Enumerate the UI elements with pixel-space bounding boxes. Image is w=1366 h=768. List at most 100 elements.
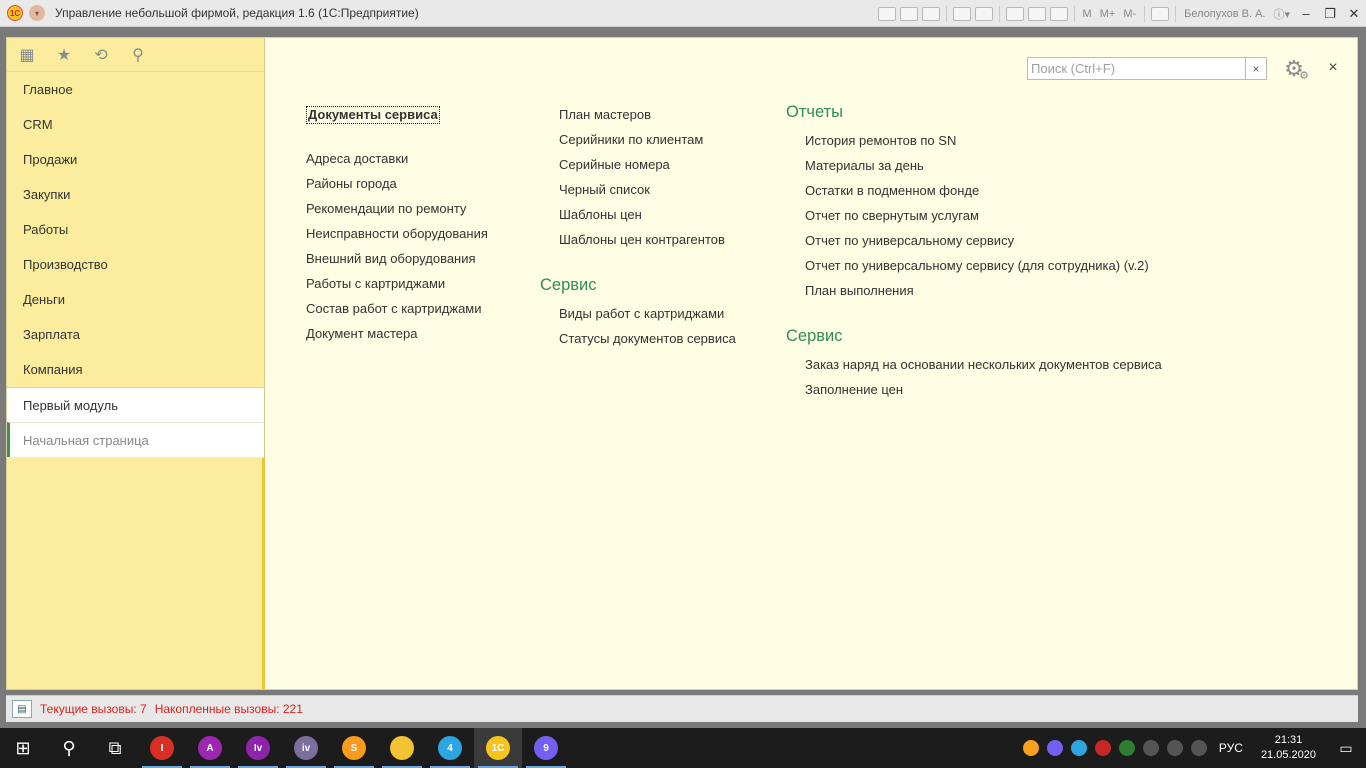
link-city-districts[interactable]: Районы города — [306, 171, 488, 196]
taskbar-clock[interactable]: 21:31 21.05.2020 — [1261, 733, 1316, 763]
section-content: × ⚙⚙ × Документы сервиса Адреса доставки… — [266, 38, 1357, 689]
favorites-star-icon[interactable]: ★ — [54, 45, 74, 65]
all-functions-icon[interactable]: ▦ — [17, 45, 37, 65]
taskbar-app-chrome-profile-a[interactable]: A — [186, 728, 234, 768]
link-report-sn-history[interactable]: История ремонтов по SN — [786, 128, 1162, 153]
sidebar-item-company[interactable]: Компания — [7, 352, 264, 387]
favorites-icon[interactable] — [952, 6, 971, 21]
search-icon[interactable]: ⚲ — [128, 45, 148, 65]
sidebar-item-sales[interactable]: Продажи — [7, 142, 264, 177]
link-report-plan-execution[interactable]: План выполнения — [786, 278, 1162, 303]
history-icon[interactable]: ⟲ — [91, 45, 111, 65]
link-report-collapsed-services[interactable]: Отчет по свернутым услугам — [786, 203, 1162, 228]
link-order-from-service-docs[interactable]: Заказ наряд на основании нескольких доку… — [786, 352, 1162, 377]
sidebar-item-works[interactable]: Работы — [7, 212, 264, 247]
divider — [998, 5, 1000, 22]
memory-m-button[interactable]: M — [1083, 8, 1092, 20]
link-cartridge-work-composition[interactable]: Состав работ с картриджами — [306, 296, 488, 321]
tray-network-tool-icon[interactable] — [1094, 740, 1111, 756]
taskbar-app-telegram[interactable]: 4 — [426, 728, 474, 768]
accumulated-calls: Накопленные вызовы: 221 — [154, 702, 303, 716]
link-fill-prices[interactable]: Заполнение цен — [786, 377, 1162, 402]
sidebar-resize-handle[interactable] — [262, 458, 265, 689]
tray-telegram-icon[interactable] — [1070, 740, 1087, 756]
keyboard-language[interactable]: РУС — [1219, 741, 1243, 755]
current-calls: Текущие вызовы: 7 — [40, 702, 147, 716]
sidebar-item-first-module[interactable]: Первый модуль — [7, 387, 264, 422]
link-report-universal-service[interactable]: Отчет по универсальному сервису — [786, 228, 1162, 253]
taskbar-app-chrome-profile-i[interactable]: I — [138, 728, 186, 768]
clear-search-button[interactable]: × — [1246, 57, 1267, 80]
link-price-templates[interactable]: Шаблоны цен — [540, 202, 736, 227]
column-2: План мастеров Серийники по клиентам Сери… — [540, 102, 736, 351]
panels-icon[interactable] — [1151, 6, 1170, 21]
main-menu-button[interactable]: ▾ — [29, 5, 45, 21]
memory-minus-button[interactable]: M- — [1123, 8, 1136, 20]
compare-icon[interactable] — [1049, 6, 1068, 21]
link-service-doc-statuses[interactable]: Статусы документов сервиса — [540, 326, 736, 351]
taskbar-app-explorer[interactable] — [378, 728, 426, 768]
link-equipment-faults[interactable]: Неисправности оборудования — [306, 221, 488, 246]
user-name[interactable]: Белопухов В. А. — [1184, 8, 1265, 20]
tray-defender-icon[interactable] — [1118, 740, 1135, 756]
close-section-button[interactable]: × — [1323, 58, 1343, 78]
titlebar-tools: M M+ M- Белопухов В. А. ⓘ▾ – ❐ ✕ — [876, 0, 1366, 27]
link-report-universal-service-employee[interactable]: Отчет по универсальному сервису (для сот… — [786, 253, 1162, 278]
open-page-home[interactable]: Начальная страница — [7, 422, 264, 457]
taskbar-app-sublime[interactable]: S — [330, 728, 378, 768]
column-1: Документы сервиса Адреса доставки Районы… — [306, 106, 488, 346]
1c-logo-icon[interactable]: 1C — [7, 5, 23, 21]
save-icon[interactable] — [877, 6, 896, 21]
settings-gear-icon[interactable]: ⚙ ⚙ — [1279, 56, 1309, 82]
search-input[interactable] — [1027, 57, 1246, 80]
viber-icon: 9 — [534, 736, 558, 760]
calculator-icon[interactable] — [1005, 6, 1024, 21]
close-window-button[interactable]: ✕ — [1343, 4, 1365, 24]
taskbar-apps: I A Iv iv S 4 1C 9 — [138, 728, 570, 768]
info-icon[interactable]: ⓘ▾ — [1273, 6, 1290, 22]
window-titlebar: 1C ▾ Управление небольшой фирмой, редакц… — [0, 0, 1366, 27]
taskbar-app-chrome-profile-iv2[interactable]: iv — [282, 728, 330, 768]
link-cartridge-works[interactable]: Работы с картриджами — [306, 271, 488, 296]
taskbar-app-chrome-profile-iv[interactable]: Iv — [234, 728, 282, 768]
link-blacklist[interactable]: Черный список — [540, 177, 736, 202]
link-equipment-appearance[interactable]: Внешний вид оборудования — [306, 246, 488, 271]
link-report-substitute-stock[interactable]: Остатки в подменном фонде — [786, 178, 1162, 203]
sidebar-item-purchases[interactable]: Закупки — [7, 177, 264, 212]
link-serials-by-clients[interactable]: Серийники по клиентам — [540, 127, 736, 152]
task-view-icon[interactable]: ⧉ — [92, 728, 138, 768]
link-report-materials-day[interactable]: Материалы за день — [786, 153, 1162, 178]
tray-update-icon[interactable] — [1022, 740, 1039, 756]
calendar-icon[interactable] — [1027, 6, 1046, 21]
windows-start-icon[interactable]: ⊞ — [0, 728, 46, 768]
tray-wifi-icon[interactable] — [1166, 740, 1183, 756]
sidebar-item-salary[interactable]: Зарплата — [7, 317, 264, 352]
preview-icon[interactable] — [921, 6, 940, 21]
link-repair-recommendations[interactable]: Рекомендации по ремонту — [306, 196, 488, 221]
tray-battery-icon[interactable] — [1142, 740, 1159, 756]
link-delivery-addresses[interactable]: Адреса доставки — [306, 146, 488, 171]
sidebar-item-production[interactable]: Производство — [7, 247, 264, 282]
sidebar-item-money[interactable]: Деньги — [7, 282, 264, 317]
memory-plus-button[interactable]: M+ — [1100, 8, 1116, 20]
sidebar-item-crm[interactable]: CRM — [7, 107, 264, 142]
notifications-icon[interactable]: ▭ — [1326, 728, 1366, 768]
taskbar-app-1c[interactable]: 1C — [474, 728, 522, 768]
link-serial-numbers[interactable]: Серийные номера — [540, 152, 736, 177]
sidebar-item-main[interactable]: Главное — [7, 72, 264, 107]
performance-icon[interactable]: ▤ — [12, 700, 32, 718]
clock-date: 21.05.2020 — [1260, 749, 1316, 761]
link-icon[interactable] — [974, 6, 993, 21]
link-counterparty-price-templates[interactable]: Шаблоны цен контрагентов — [540, 227, 736, 252]
tray-volume-icon[interactable] — [1190, 740, 1207, 756]
tray-viber-icon[interactable] — [1046, 740, 1063, 756]
taskbar-app-viber[interactable]: 9 — [522, 728, 570, 768]
link-masters-plan[interactable]: План мастеров — [540, 102, 736, 127]
link-cartridge-work-types[interactable]: Виды работ с картриджами — [540, 301, 736, 326]
print-icon[interactable] — [899, 6, 918, 21]
taskbar-search-icon[interactable]: ⚲ — [46, 728, 92, 768]
link-master-document[interactable]: Документ мастера — [306, 321, 488, 346]
link-service-documents[interactable]: Документы сервиса — [306, 106, 440, 124]
restore-button[interactable]: ❐ — [1319, 4, 1341, 24]
minimize-button[interactable]: – — [1295, 4, 1317, 24]
